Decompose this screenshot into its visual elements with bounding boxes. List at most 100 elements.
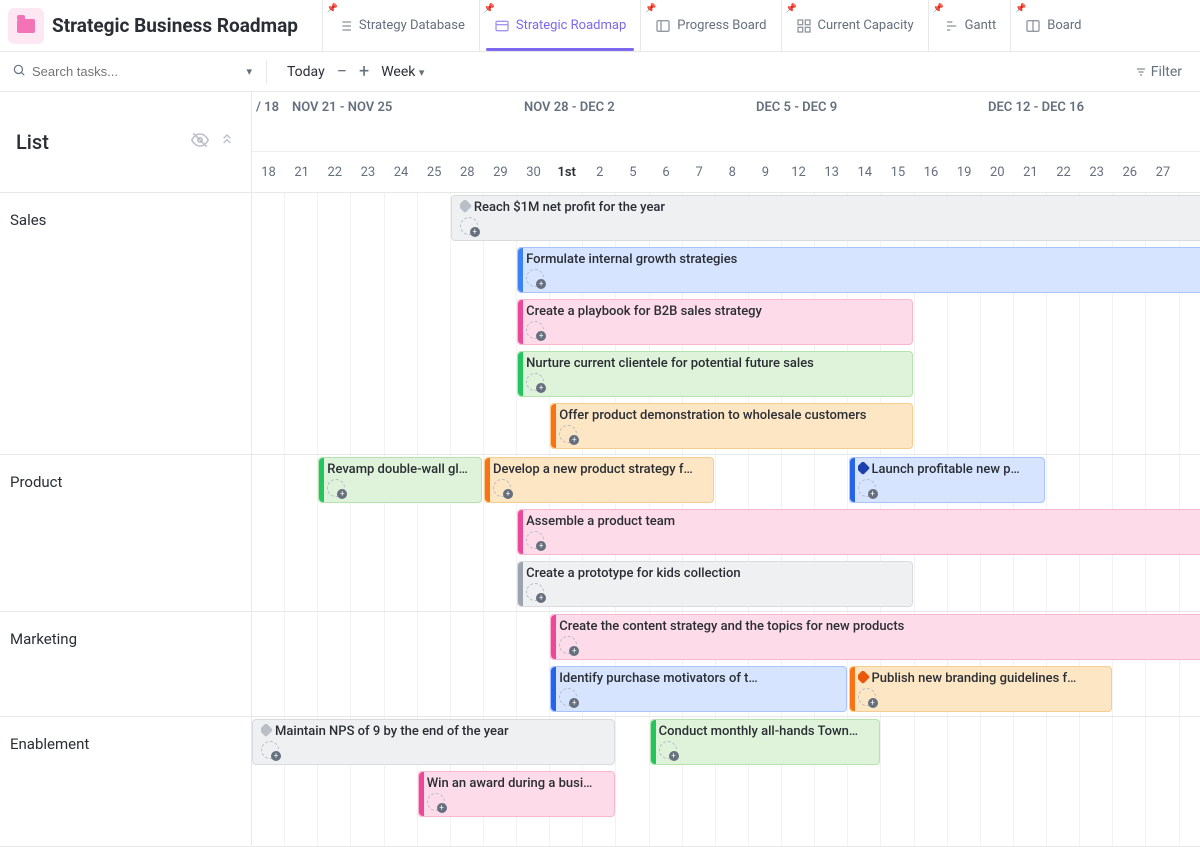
day-cell: 21	[285, 165, 318, 180]
today-button[interactable]: Today	[281, 60, 331, 84]
tab-strategic-roadmap[interactable]: 📌Strategic Roadmap	[479, 0, 640, 51]
week-label: DEC 12 - DEC 16	[984, 100, 1200, 151]
category-marketing[interactable]: Marketing	[0, 612, 251, 717]
task-bar[interactable]: Maintain NPS of 9 by the end of the year	[252, 719, 615, 765]
day-cell: 19	[948, 165, 981, 180]
category-product[interactable]: Product	[0, 455, 251, 612]
tab-label: Progress Board	[677, 18, 766, 33]
tab-gantt[interactable]: 📌Gantt	[928, 0, 1011, 51]
task-bar[interactable]: Create a playbook for B2B sales strategy	[517, 299, 913, 345]
assignee-icon[interactable]	[559, 636, 577, 654]
status-icon	[460, 200, 472, 213]
gantt-body: SalesProductMarketingEnablement Reach $1…	[0, 193, 1200, 846]
assignee-icon[interactable]	[858, 479, 876, 497]
page-title: Strategic Business Roadmap	[52, 14, 298, 37]
task-label: Develop a new product strategy f…	[493, 462, 707, 477]
assignee-icon[interactable]	[659, 741, 677, 759]
assignee-icon[interactable]	[427, 793, 445, 811]
assignee-icon[interactable]	[526, 531, 544, 549]
category-enablement[interactable]: Enablement	[0, 717, 251, 847]
task-label: Create a prototype for kids collection	[526, 566, 906, 581]
pin-icon: 📌	[327, 4, 338, 14]
week-label: / 18	[252, 100, 288, 151]
tab-current-capacity[interactable]: 📌 Current Capacity	[781, 0, 928, 51]
group-row: Create the content strategy and the topi…	[252, 612, 1200, 717]
task-label: Win an award during a busi…	[427, 776, 608, 791]
day-cell: 27	[1146, 165, 1179, 180]
tab-progress-board[interactable]: 📌 Progress Board	[640, 0, 780, 51]
assignee-icon[interactable]	[858, 688, 876, 706]
assignee-icon[interactable]	[559, 688, 577, 706]
day-cell: 7	[683, 165, 716, 180]
pin-icon: 📌	[786, 4, 797, 14]
task-label: Assemble a product team	[526, 514, 1200, 529]
task-bar[interactable]: Revamp double-wall gl…	[318, 457, 482, 503]
assignee-icon[interactable]	[526, 583, 544, 601]
day-cell: 28	[451, 165, 484, 180]
search-input[interactable]	[32, 64, 240, 79]
folder-icon	[8, 8, 44, 44]
visibility-icon[interactable]	[191, 131, 209, 153]
assignee-icon[interactable]	[493, 479, 511, 497]
day-cell: 13	[815, 165, 848, 180]
task-label: Revamp double-wall gl…	[327, 462, 475, 477]
task-bar[interactable]: Reach $1M net profit for the year	[451, 195, 1200, 241]
task-bar[interactable]: Conduct monthly all-hands Town…	[650, 719, 880, 765]
chevron-down-icon[interactable]: ▾	[246, 65, 252, 78]
task-label: Launch profitable new p…	[858, 462, 1039, 477]
task-label: Create a playbook for B2B sales strategy	[526, 304, 906, 319]
task-label: Reach $1M net profit for the year	[460, 200, 1200, 215]
collapse-icon[interactable]	[219, 131, 235, 153]
pin-icon: 📌	[645, 4, 656, 14]
task-bar[interactable]: Publish new branding guidelines f…	[849, 666, 1112, 712]
timeline-icon	[494, 18, 510, 34]
list-group-title: List	[16, 130, 49, 154]
task-bar[interactable]: Assemble a product team	[517, 509, 1200, 555]
scale-selector[interactable]: Week ▾	[375, 60, 430, 84]
day-cell: 15	[881, 165, 914, 180]
day-cell: 1st	[550, 165, 583, 180]
board2-icon	[1025, 18, 1041, 34]
assignee-icon[interactable]	[559, 425, 577, 443]
task-bar[interactable]: Develop a new product strategy f…	[484, 457, 714, 503]
status-icon	[858, 462, 870, 475]
group-row: Maintain NPS of 9 by the end of the year…	[252, 717, 1200, 847]
view-tabs: 📌Strategy Database📌Strategic Roadmap 📌 Pro…	[322, 0, 1096, 51]
task-bar[interactable]: Win an award during a busi…	[418, 771, 615, 817]
task-bar[interactable]: Formulate internal growth strategies	[517, 247, 1200, 293]
task-bar[interactable]: Identify purchase motivators of t…	[550, 666, 846, 712]
day-cell: 29	[484, 165, 517, 180]
app-header: Strategic Business Roadmap 📌Strategy Dat…	[0, 0, 1200, 52]
task-bar[interactable]: Nurture current clientele for potential …	[517, 351, 913, 397]
assignee-icon[interactable]	[526, 321, 544, 339]
zoom-in-button[interactable]: +	[353, 57, 375, 86]
assignee-icon[interactable]	[526, 269, 544, 287]
task-label: Nurture current clientele for potential …	[526, 356, 906, 371]
task-bar[interactable]: Launch profitable new p…	[849, 457, 1046, 503]
day-cell: 18	[252, 165, 285, 180]
task-bar[interactable]: Create the content strategy and the topi…	[550, 614, 1200, 660]
assignee-icon[interactable]	[261, 741, 279, 759]
task-label: Publish new branding guidelines f…	[858, 671, 1105, 686]
tab-strategy-database[interactable]: 📌Strategy Database	[322, 0, 479, 51]
task-label: Create the content strategy and the topi…	[559, 619, 1200, 634]
tab-label: Current Capacity	[818, 18, 914, 33]
status-icon	[261, 724, 273, 737]
category-sales[interactable]: Sales	[0, 193, 251, 455]
zoom-out-button[interactable]: −	[331, 57, 353, 86]
tab-board[interactable]: 📌Board	[1010, 0, 1095, 51]
assignee-icon[interactable]	[526, 373, 544, 391]
week-label: NOV 21 - NOV 25	[288, 100, 520, 151]
pin-icon: 📌	[1015, 4, 1026, 14]
assignee-icon[interactable]	[460, 217, 478, 235]
search-icon	[12, 63, 26, 81]
day-cell: 30	[517, 165, 550, 180]
day-cell: 16	[915, 165, 948, 180]
task-bar[interactable]: Create a prototype for kids collection	[517, 561, 913, 607]
task-bar[interactable]: Offer product demonstration to wholesale…	[550, 403, 913, 449]
filter-button[interactable]: Filter	[1129, 60, 1188, 84]
day-cell: 22	[318, 165, 351, 180]
list-group-header: List	[0, 92, 251, 192]
gantt-area[interactable]: Reach $1M net profit for the year Formula…	[252, 193, 1200, 846]
assignee-icon[interactable]	[327, 479, 345, 497]
